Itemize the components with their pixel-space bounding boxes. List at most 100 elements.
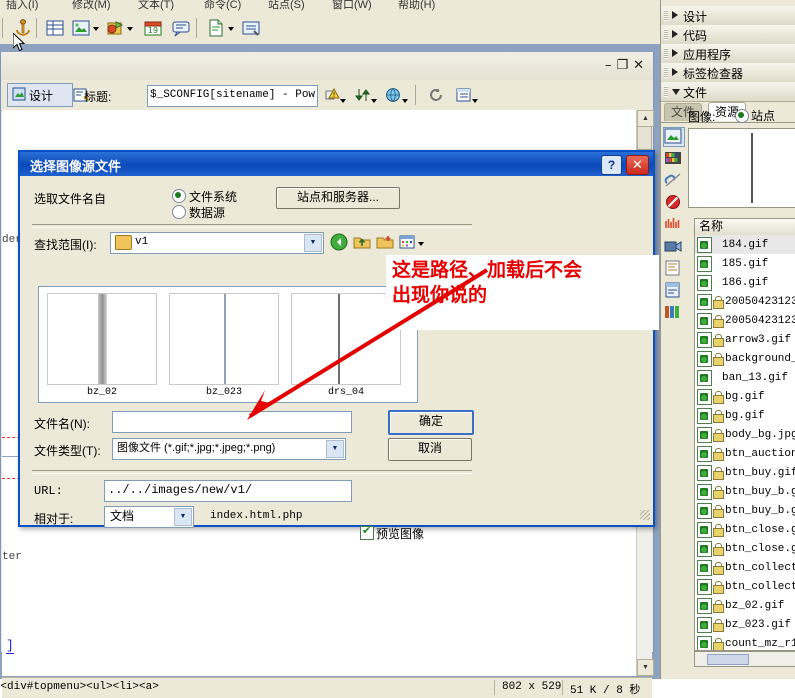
- window-size-indicator[interactable]: 802 x 529: [502, 681, 561, 693]
- chevron-down-icon[interactable]: [371, 99, 377, 103]
- menu-item-text[interactable]: 文本(T): [138, 0, 174, 12]
- list-item[interactable]: btn_collect.: [695, 577, 795, 596]
- design-view-button[interactable]: 设计: [7, 83, 73, 107]
- file-name-input[interactable]: [112, 411, 352, 433]
- chevron-right-icon[interactable]: [672, 68, 678, 76]
- back-icon[interactable]: [330, 233, 348, 254]
- menu-item-help[interactable]: 帮助(H): [398, 0, 435, 12]
- image-icon[interactable]: [70, 17, 94, 41]
- list-item[interactable]: 186.gif: [695, 273, 795, 292]
- media-icon[interactable]: [104, 17, 128, 41]
- chevron-right-icon[interactable]: [672, 30, 678, 38]
- view-options-icon[interactable]: [451, 83, 485, 107]
- views-icon[interactable]: [399, 233, 417, 254]
- file-type-combo[interactable]: 图像文件 (*.gif;*.jpg;*.jpeg;*.png) ▼: [112, 438, 346, 460]
- panel-group-code[interactable]: 代码: [661, 25, 795, 45]
- resize-grip[interactable]: [640, 510, 650, 520]
- date-icon[interactable]: 19: [142, 17, 166, 41]
- tag-selector-path[interactable]: der><div#topmenu><ul><li><a>: [0, 681, 159, 693]
- thumbnail-item[interactable]: bz_02: [47, 293, 157, 398]
- list-item[interactable]: bg.gif: [695, 387, 795, 406]
- list-item[interactable]: btn_auction: [695, 444, 795, 463]
- sites-and-servers-button[interactable]: 站点和服务器...: [276, 187, 400, 209]
- radio-data-sources[interactable]: [172, 205, 186, 219]
- close-icon[interactable]: ✕: [633, 58, 649, 73]
- list-item[interactable]: 20050423123(: [695, 311, 795, 330]
- preview-images-checkbox[interactable]: [360, 524, 374, 540]
- scripts-asset-icon[interactable]: [663, 259, 685, 279]
- validate-markup-icon[interactable]: !: [319, 83, 353, 107]
- menu-item-insert[interactable]: 插入(I): [6, 0, 38, 12]
- scroll-thumb[interactable]: [707, 654, 749, 665]
- close-icon[interactable]: ✕: [626, 155, 649, 175]
- movies-asset-icon[interactable]: [663, 237, 685, 257]
- url-input[interactable]: ../../images/new/v1/: [104, 480, 352, 502]
- panel-group-files[interactable]: 文件: [661, 82, 795, 102]
- up-one-level-icon[interactable]: [353, 233, 371, 254]
- look-in-combo[interactable]: v1 ▼: [110, 232, 324, 254]
- panel-group-design[interactable]: 设计: [661, 6, 795, 26]
- thumbnail-item[interactable]: drs_04: [291, 293, 401, 398]
- chevron-down-icon[interactable]: [340, 99, 346, 103]
- list-item[interactable]: count_mz_r1: [695, 634, 795, 650]
- menu-item-commands[interactable]: 命令(C): [204, 0, 241, 12]
- chevron-down-icon[interactable]: [93, 27, 99, 31]
- chevron-down-icon[interactable]: [127, 27, 133, 31]
- asset-list-horizontal-scrollbar[interactable]: [694, 651, 795, 667]
- list-item[interactable]: 185.gif: [695, 254, 795, 273]
- minimize-icon[interactable]: –: [605, 58, 617, 73]
- file-transfer-icon[interactable]: [349, 83, 383, 107]
- chevron-down-icon[interactable]: ▼: [326, 440, 344, 458]
- help-button[interactable]: ?: [601, 155, 622, 175]
- chevron-down-icon[interactable]: [472, 99, 478, 103]
- preview-in-browser-icon[interactable]: [380, 83, 414, 107]
- list-item[interactable]: bz_02.gif: [695, 596, 795, 615]
- list-item[interactable]: bz_023.gif: [695, 615, 795, 634]
- chevron-down-icon[interactable]: [228, 27, 234, 31]
- list-item[interactable]: 184.gif: [695, 235, 795, 254]
- assets-scope-site-radio[interactable]: [735, 109, 749, 123]
- panel-group-application[interactable]: 应用程序: [661, 44, 795, 64]
- chevron-down-icon[interactable]: ▼: [304, 234, 322, 252]
- shockwave-asset-icon[interactable]: [663, 215, 685, 235]
- form-icon[interactable]: [240, 17, 264, 41]
- table-icon[interactable]: [44, 17, 68, 41]
- cancel-button[interactable]: 取消: [388, 438, 472, 461]
- list-item[interactable]: btn_close.g: [695, 539, 795, 558]
- scroll-up-icon[interactable]: ▲: [637, 110, 654, 127]
- templates-asset-icon[interactable]: [663, 281, 685, 301]
- list-item[interactable]: btn_buy_b.g: [695, 501, 795, 520]
- chevron-right-icon[interactable]: [672, 49, 678, 57]
- document-window-buttons[interactable]: –❐✕: [605, 58, 649, 73]
- list-item[interactable]: btn_close.g: [695, 520, 795, 539]
- list-item[interactable]: 20050423123(: [695, 292, 795, 311]
- page-title-input[interactable]: $_SCONFIG[sitename] - Pow: [147, 85, 318, 107]
- restore-icon[interactable]: ❐: [616, 58, 633, 73]
- list-item[interactable]: btn_collect.: [695, 558, 795, 577]
- library-asset-icon[interactable]: [663, 303, 685, 323]
- scroll-thumb[interactable]: [637, 126, 652, 150]
- template-icon[interactable]: [205, 17, 229, 41]
- chevron-down-icon[interactable]: [402, 99, 408, 103]
- menu-item-site[interactable]: 站点(S): [268, 0, 305, 12]
- colors-asset-icon[interactable]: [663, 149, 685, 169]
- thumbnail-item[interactable]: bz_023: [169, 293, 279, 398]
- file-browser-list[interactable]: bz_02 bz_023 drs_04: [38, 286, 418, 403]
- images-asset-icon[interactable]: [663, 127, 685, 147]
- list-item[interactable]: btn_buy_b.g: [695, 482, 795, 501]
- new-folder-icon[interactable]: [376, 233, 394, 254]
- menu-item-modify[interactable]: 修改(M): [72, 0, 111, 12]
- chevron-down-icon[interactable]: ▼: [174, 508, 192, 526]
- ok-button[interactable]: 确定: [388, 410, 474, 435]
- chevron-down-icon[interactable]: [672, 89, 680, 95]
- urls-asset-icon[interactable]: [663, 171, 685, 191]
- dialog-title-bar[interactable]: 选择图像源文件 ? ✕: [20, 152, 653, 176]
- relative-to-combo[interactable]: 文档 ▼: [104, 506, 194, 528]
- panel-group-tag-inspector[interactable]: 标签检查器: [661, 63, 795, 83]
- comment-icon[interactable]: [170, 17, 194, 41]
- list-item[interactable]: bg.gif: [695, 406, 795, 425]
- radio-file-system[interactable]: [172, 189, 186, 203]
- list-item[interactable]: arrow3.gif: [695, 330, 795, 349]
- menu-item-window[interactable]: 窗口(W): [332, 0, 372, 12]
- list-item[interactable]: body_bg.jpg: [695, 425, 795, 444]
